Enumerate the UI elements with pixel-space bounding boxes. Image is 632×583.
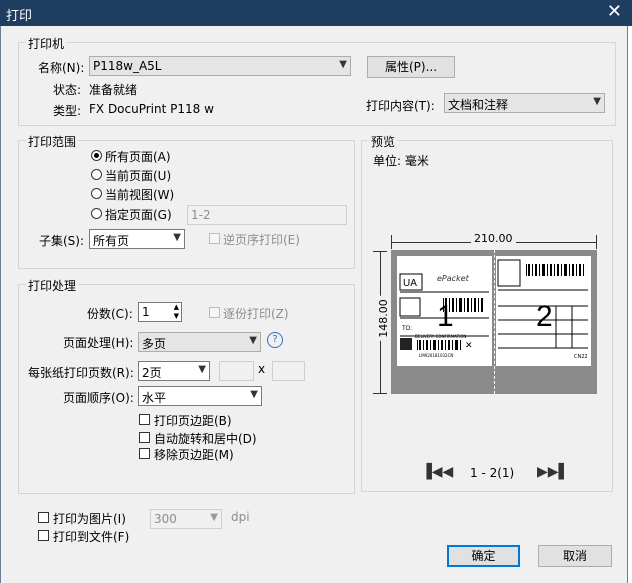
svg-text:TO:: TO: — [402, 326, 412, 332]
collate-checkbox[interactable] — [209, 307, 220, 318]
stepper-down-icon[interactable]: ▼ — [174, 312, 179, 320]
radio-all-pages-label[interactable]: 所有页面(A) — [105, 148, 171, 165]
width-dim-tick-right — [596, 235, 597, 249]
copies-input[interactable]: 1 ▲ ▼ — [138, 302, 182, 322]
radio-specified-pages-label[interactable]: 指定页面(G) — [105, 206, 172, 223]
dpi-unit: dpi — [231, 510, 250, 524]
print-content-select[interactable]: 文档和注释 ▼ — [444, 93, 605, 113]
chevron-down-icon: ▼ — [249, 335, 257, 346]
printer-name-label: 名称(N): — [38, 61, 85, 75]
pages-per-sheet-cols[interactable] — [219, 361, 254, 381]
page-indicator: 1 - 2(1) — [470, 466, 515, 480]
auto-rotate-checkbox[interactable] — [139, 432, 150, 443]
subset-value: 所有页 — [93, 234, 130, 248]
window-title: 打印 — [6, 9, 33, 24]
print-handling-title: 打印处理 — [26, 277, 79, 294]
dpi-value: 300 — [154, 512, 177, 526]
help-icon[interactable]: ? — [267, 332, 283, 348]
chevron-down-icon: ▼ — [339, 59, 347, 70]
print-range-title: 打印范围 — [26, 133, 79, 150]
svg-text:✕: ✕ — [465, 341, 473, 351]
page-order-select[interactable]: 水平 ▼ — [138, 386, 262, 406]
height-dimension-text: 148.00 — [376, 296, 390, 341]
printer-group-title: 打印机 — [26, 35, 67, 52]
height-dim-tick-top — [373, 251, 387, 252]
print-border-checkbox[interactable] — [139, 414, 150, 425]
print-content-label: 打印内容(T): — [366, 99, 435, 113]
radio-current-page[interactable] — [91, 169, 102, 180]
subset-select[interactable]: 所有页 ▼ — [89, 229, 185, 249]
collate-label: 逐份打印(Z) — [223, 307, 289, 321]
page-range-input[interactable]: 1-2 — [187, 205, 347, 225]
last-page-icon[interactable]: ▶▶▌ — [537, 464, 569, 480]
properties-button[interactable]: 属性(P)... — [367, 56, 455, 78]
print-dialog: 打印机 名称(N): P118w_A5L ▼ 状态: 准备就绪 类型: FX D… — [0, 26, 628, 583]
printer-name-select[interactable]: P118w_A5L ▼ — [89, 56, 351, 76]
height-dim-tick-bottom — [373, 393, 387, 394]
pages-per-sheet-rows[interactable] — [272, 361, 305, 381]
page-handling-value: 多页 — [142, 337, 167, 351]
page-range-placeholder: 1-2 — [191, 208, 211, 222]
label1-brand: ePacket — [437, 274, 469, 283]
stepper-up-icon[interactable]: ▲ — [174, 303, 179, 311]
print-content-value: 文档和注释 — [448, 98, 509, 112]
radio-current-page-label[interactable]: 当前页面(U) — [105, 167, 171, 184]
reverse-order-checkbox[interactable] — [209, 233, 220, 244]
page2-number: 2 — [536, 300, 553, 333]
dpi-select[interactable]: 300 ▼ — [150, 509, 222, 529]
remove-margin-label[interactable]: 移除页边距(M) — [154, 446, 234, 463]
svg-text:UA: UA — [403, 278, 417, 289]
label2-footer: CN22 — [574, 354, 588, 360]
label1-barcode-text: LM920181032CN — [419, 353, 454, 358]
chevron-down-icon: ▼ — [250, 389, 258, 400]
preview-sheet: UA TO: ✕ UA ePacket DELIVERY CONFIRMATIO… — [391, 250, 597, 394]
copies-label: 份数(C): — [87, 307, 133, 321]
preview-unit-label: 单位: 毫米 — [373, 154, 429, 168]
print-as-image-checkbox[interactable] — [38, 512, 49, 523]
width-dim-tick-left — [391, 235, 392, 249]
radio-specified-pages[interactable] — [91, 208, 102, 219]
cancel-button[interactable]: 取消 — [538, 545, 612, 567]
times-separator: x — [258, 362, 266, 376]
pages-per-sheet-select[interactable]: 2页 ▼ — [138, 361, 210, 381]
radio-current-view[interactable] — [91, 188, 102, 199]
page1-number: 1 — [437, 300, 454, 333]
radio-current-view-label[interactable]: 当前视图(W) — [105, 186, 174, 203]
label1-title: DELIVERY CONFIRMATION — [415, 334, 467, 339]
printer-status-label: 状态: — [53, 83, 82, 97]
chevron-down-icon: ▼ — [593, 96, 601, 107]
width-dimension-text: 210.00 — [471, 232, 516, 245]
printer-name-value: P118w_A5L — [93, 59, 162, 73]
preview-title: 预览 — [369, 133, 398, 150]
subset-label: 子集(S): — [39, 234, 85, 248]
preview-page-1: UA TO: ✕ UA ePacket DELIVERY CONFIRMATIO… — [397, 256, 492, 366]
pages-per-sheet-label: 每张纸打印页数(R): — [28, 366, 134, 380]
print-as-image-label[interactable]: 打印为图片(I) — [53, 510, 126, 527]
first-page-icon[interactable]: ▐◀◀ — [421, 464, 453, 480]
remove-margin-checkbox[interactable] — [139, 448, 150, 459]
chevron-down-icon: ▼ — [210, 512, 218, 523]
printer-type-label: 类型: — [53, 104, 82, 118]
page-order-value: 水平 — [142, 391, 167, 405]
page-handling-label: 页面处理(H): — [63, 336, 134, 350]
ok-button[interactable]: 确定 — [447, 545, 520, 567]
pages-per-sheet-value: 2页 — [142, 366, 162, 380]
preview-page-2: 2 CN22 — [496, 256, 591, 366]
page-order-label: 页面顺序(O): — [63, 391, 134, 405]
auto-rotate-label[interactable]: 自动旋转和居中(D) — [154, 430, 257, 447]
title-bar: 打印 ✕ — [0, 0, 632, 26]
radio-all-pages[interactable] — [91, 150, 102, 161]
chevron-down-icon: ▼ — [198, 364, 206, 375]
close-icon[interactable]: ✕ — [607, 2, 622, 22]
print-to-file-checkbox[interactable] — [38, 530, 49, 541]
printer-type-value: FX DocuPrint P118 w — [89, 102, 214, 116]
print-to-file-label[interactable]: 打印到文件(F) — [53, 528, 129, 545]
print-border-label[interactable]: 打印页边距(B) — [154, 412, 232, 429]
chevron-down-icon: ▼ — [173, 232, 181, 243]
printer-status-value: 准备就绪 — [89, 83, 138, 97]
copies-value: 1 — [142, 305, 150, 319]
page-handling-select[interactable]: 多页 ▼ — [138, 332, 261, 352]
reverse-order-label: 逆页序打印(E) — [223, 233, 300, 247]
